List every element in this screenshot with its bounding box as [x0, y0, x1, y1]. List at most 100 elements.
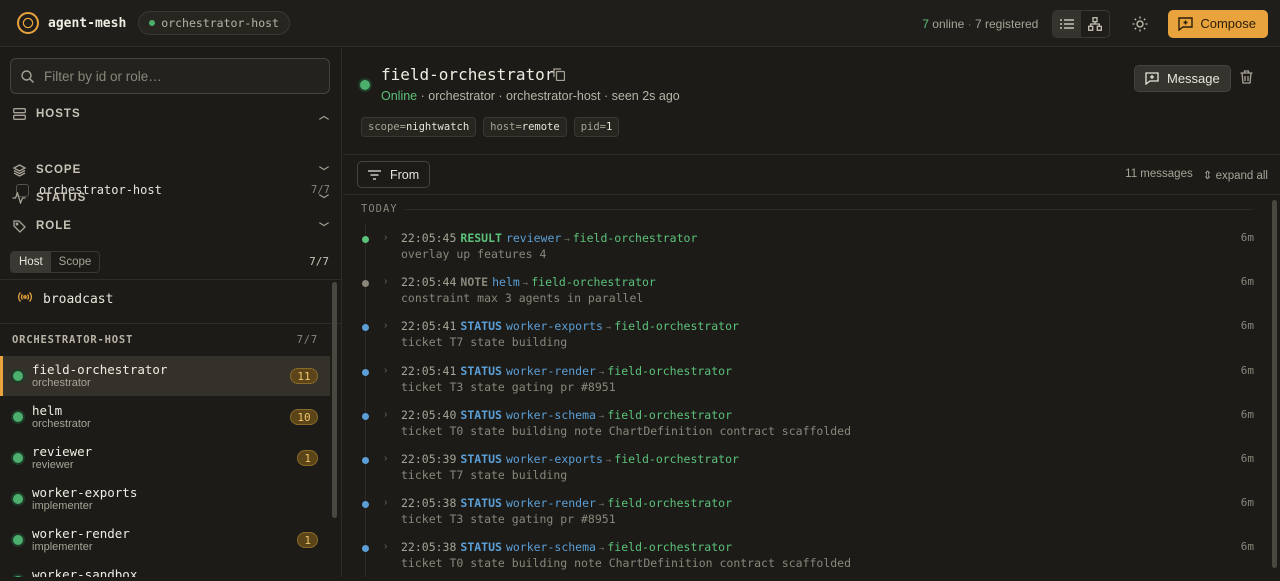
- agent-meta: Online · orchestrator · orchestrator-hos…: [381, 89, 680, 103]
- agent-item[interactable]: worker-render implementer 1: [0, 520, 330, 560]
- message-kind: RESULT: [460, 231, 502, 245]
- agent-item[interactable]: reviewer reviewer 1: [0, 438, 330, 478]
- agent-item[interactable]: field-orchestrator orchestrator 11: [0, 356, 330, 396]
- chevron-right-icon[interactable]: ›: [384, 541, 387, 552]
- message-to[interactable]: field-orchestrator: [614, 452, 739, 466]
- chevron-right-icon[interactable]: ›: [384, 409, 387, 420]
- group-name: ORCHESTRATOR-HOST: [12, 334, 134, 346]
- message-row[interactable]: › 22:05:44 NOTE helm → field-orchestrator cons…: [343, 272, 1268, 316]
- facet-status-label: STATUS: [36, 192, 87, 204]
- agent-item[interactable]: worker-exports implementer: [0, 479, 330, 519]
- chevron-down-icon: ﹀: [319, 194, 330, 206]
- activity-icon: [12, 191, 26, 205]
- day-separator-line: [405, 209, 1253, 210]
- message-body: ticket T0 state building note ChartDefin…: [401, 423, 852, 438]
- message-from[interactable]: worker-render: [506, 364, 596, 378]
- agent-tags: scope= nightwatch host= remote pid= 1: [361, 117, 620, 137]
- message-kind-dot-icon: [362, 324, 369, 332]
- message-kind-dot-icon: [362, 501, 369, 509]
- online-dot-icon: [13, 371, 23, 381]
- copy-icon[interactable]: [553, 68, 566, 84]
- tag-scope: scope= nightwatch: [361, 117, 477, 137]
- agent-detail-pane: field-orchestrator Online · orchestrator…: [343, 48, 1280, 577]
- agent-title: field-orchestrator: [381, 65, 555, 84]
- chevron-right-icon[interactable]: ›: [384, 365, 387, 376]
- message-time: 22:05:38: [401, 540, 457, 555]
- group-by-scope[interactable]: Scope: [51, 252, 100, 272]
- list-view-icon[interactable]: [1053, 10, 1082, 37]
- filter-input[interactable]: Filter by id or role…: [10, 58, 330, 94]
- group-header[interactable]: ORCHESTRATOR-HOST 7/7: [12, 334, 318, 346]
- message-body: ticket T3 state gating pr #8951: [401, 379, 616, 394]
- host-pill-label: orchestrator-host: [161, 16, 279, 30]
- message-button[interactable]: Message: [1134, 65, 1231, 92]
- message-from[interactable]: worker-schema: [506, 540, 596, 554]
- group-by-host[interactable]: Host: [11, 252, 51, 272]
- message-row[interactable]: › 22:05:41 STATUS worker-exports → field-orch…: [343, 316, 1268, 360]
- theme-toggle-sun-icon[interactable]: [1128, 12, 1152, 36]
- broadcast-item[interactable]: broadcast: [18, 291, 113, 307]
- message-kind-dot-icon: [362, 457, 369, 464]
- arrow-right-icon: →: [598, 544, 605, 555]
- message-age: 6m: [1240, 540, 1254, 554]
- message-header: 22:05:38 STATUS worker-schema → field-orches…: [401, 540, 732, 554]
- message-time: 22:05:41: [401, 319, 457, 334]
- expand-all-toggle[interactable]: ⇕ expand all: [1203, 168, 1268, 182]
- message-to[interactable]: field-orchestrator: [573, 231, 698, 245]
- message-row[interactable]: › 22:05:45 RESULT reviewer → field-orchestrat…: [343, 228, 1268, 272]
- arrow-right-icon: →: [598, 367, 605, 378]
- facet-scope[interactable]: SCOPE ﹀: [12, 160, 330, 180]
- facet-status[interactable]: STATUS ﹀: [12, 188, 330, 208]
- message-age: 6m: [1240, 496, 1254, 510]
- agent-item[interactable]: helm orchestrator 10: [0, 397, 330, 437]
- message-body: constraint max 3 agents in parallel: [401, 291, 644, 306]
- agent-meta-text: · orchestrator · orchestrator-host · see…: [417, 89, 680, 103]
- message-row[interactable]: › 22:05:39 STATUS worker-exports → field-orch…: [343, 449, 1268, 493]
- feed-scrollbar[interactable]: [1272, 200, 1277, 568]
- chevron-right-icon[interactable]: ›: [384, 276, 387, 287]
- message-row[interactable]: › 22:05:40 STATUS worker-schema → field-orche…: [343, 405, 1268, 449]
- chevron-right-icon[interactable]: ›: [384, 232, 387, 243]
- message-to[interactable]: field-orchestrator: [607, 364, 732, 378]
- message-kind-dot-icon: [362, 368, 369, 376]
- facet-hosts[interactable]: HOSTS ︿: [12, 104, 330, 124]
- message-label: Message: [1167, 71, 1220, 86]
- message-from[interactable]: reviewer: [506, 231, 561, 245]
- compose-button[interactable]: Compose: [1168, 9, 1268, 38]
- message-header: 22:05:45 RESULT reviewer → field-orchestrato…: [401, 231, 697, 245]
- message-to[interactable]: field-orchestrator: [607, 540, 732, 554]
- tag-host: host= remote: [483, 117, 567, 137]
- message-to[interactable]: field-orchestrator: [607, 496, 732, 510]
- host-pill[interactable]: orchestrator-host: [138, 11, 290, 35]
- message-from[interactable]: worker-exports: [506, 319, 603, 333]
- online-dot-icon: [360, 80, 370, 90]
- message-from[interactable]: worker-exports: [506, 452, 603, 466]
- tree-view-icon[interactable]: [1081, 11, 1109, 37]
- message-time: 22:05:39: [401, 452, 457, 466]
- chevron-right-icon[interactable]: ›: [384, 453, 387, 464]
- unread-badge: 1: [297, 532, 318, 548]
- message-row[interactable]: › 22:05:41 STATUS worker-render → field-orche…: [343, 361, 1268, 405]
- chevron-down-icon: ﹀: [319, 166, 330, 178]
- chevron-right-icon[interactable]: ›: [384, 320, 387, 331]
- agent-item[interactable]: worker-sandbox: [0, 561, 330, 577]
- message-from[interactable]: worker-render: [506, 496, 596, 510]
- divider: [343, 154, 1280, 155]
- sidebar-scrollbar[interactable]: [332, 282, 337, 518]
- message-to[interactable]: field-orchestrator: [531, 275, 656, 289]
- from-filter-button[interactable]: From: [357, 161, 431, 188]
- message-from[interactable]: worker-schema: [506, 408, 596, 422]
- chevron-right-icon[interactable]: ›: [384, 497, 387, 508]
- message-row[interactable]: › 22:05:38 STATUS worker-render → field-orche…: [343, 493, 1268, 537]
- message-to[interactable]: field-orchestrator: [607, 408, 732, 422]
- message-from[interactable]: helm: [492, 275, 520, 289]
- message-row[interactable]: › 22:05:38 STATUS worker-schema → field-orche…: [343, 537, 1268, 581]
- agent-role: orchestrator: [32, 377, 91, 389]
- message-to[interactable]: field-orchestrator: [614, 319, 739, 333]
- facet-role[interactable]: ROLE ﹀: [12, 216, 330, 236]
- filter-placeholder: Filter by id or role…: [44, 68, 162, 84]
- message-time: 22:05:38: [401, 496, 457, 511]
- facet-role-label: ROLE: [36, 220, 72, 232]
- message-body: overlay up features 4: [401, 247, 547, 261]
- trash-icon[interactable]: [1240, 70, 1253, 87]
